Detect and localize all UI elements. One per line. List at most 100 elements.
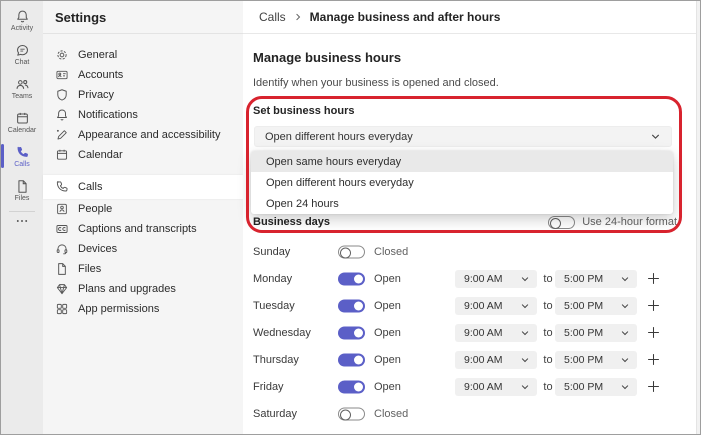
sidebar-item-privacy[interactable]: Privacy (43, 85, 243, 105)
sidebar-item-calls[interactable]: Calls (43, 175, 243, 199)
rail-item-teams[interactable]: Teams (1, 71, 43, 105)
start-time-dropdown[interactable]: 9:00 AM (455, 350, 537, 369)
24-hour-format-label: Use 24-hour format (582, 216, 677, 228)
sidebar-item-app-permissions[interactable]: App permissions (43, 299, 243, 319)
end-time-value: 5:00 PM (564, 353, 604, 366)
sidebar-item-label: Notifications (78, 109, 138, 121)
rail-item-chat[interactable]: Chat (1, 37, 43, 71)
24-hour-format-toggle[interactable] (548, 215, 576, 229)
to-separator-label: to (543, 272, 553, 285)
add-hours-button[interactable] (645, 298, 661, 314)
day-state-label: Open (374, 299, 401, 312)
day-open-toggle[interactable] (338, 407, 365, 420)
chevron-down-icon (520, 328, 530, 338)
rail-item-calls[interactable]: Calls (1, 139, 43, 173)
day-open-toggle[interactable] (338, 326, 365, 339)
day-open-toggle[interactable] (338, 245, 365, 258)
end-time-value: 5:00 PM (564, 380, 604, 393)
sidebar-item-label: Calls (78, 181, 103, 193)
end-time-dropdown[interactable]: 5:00 PM (555, 323, 637, 342)
sidebar-item-label: Devices (78, 243, 118, 255)
set-business-hours-label: Set business hours (253, 105, 355, 117)
phone-icon (55, 180, 69, 194)
day-name-label: Sunday (253, 245, 291, 258)
start-time-dropdown[interactable]: 9:00 AM (455, 296, 537, 315)
cc-icon (55, 222, 69, 236)
teams-settings-window: Activity Chat Teams Calendar Calls Files Sett… (0, 0, 701, 435)
teams-icon (15, 77, 30, 92)
sidebar-item-accounts[interactable]: Accounts (43, 65, 243, 85)
shield-icon (55, 88, 69, 102)
rail-item-calendar[interactable]: Calendar (1, 105, 43, 139)
breadcrumb-calls-link[interactable]: Calls (259, 10, 286, 24)
start-time-dropdown[interactable]: 9:00 AM (455, 377, 537, 396)
scrollbar-track[interactable] (696, 1, 700, 434)
page-title: Manage business hours (253, 50, 402, 65)
to-separator-label: to (543, 353, 553, 366)
end-time-dropdown[interactable]: 5:00 PM (555, 296, 637, 315)
add-hours-button[interactable] (645, 271, 661, 287)
file-icon (55, 262, 69, 276)
sidebar-item-devices[interactable]: Devices (43, 239, 243, 259)
add-hours-button[interactable] (645, 325, 661, 341)
sidebar-item-label: Privacy (78, 89, 115, 101)
id-card-icon (55, 68, 69, 82)
sidebar-item-label: Accounts (78, 69, 124, 81)
bell-icon (55, 108, 69, 122)
sidebar-item-label: General (78, 49, 118, 61)
chevron-down-icon (520, 301, 530, 311)
to-separator-label: to (543, 326, 553, 339)
sidebar-item-people[interactable]: People (43, 199, 243, 219)
sidebar-item-general[interactable]: General (43, 45, 243, 65)
dropdown-option-open-24-hours[interactable]: Open 24 hours (251, 193, 673, 214)
end-time-value: 5:00 PM (564, 299, 604, 312)
day-state-label: Closed (374, 407, 409, 420)
plus-icon (647, 380, 660, 393)
end-time-dropdown[interactable]: 5:00 PM (555, 377, 637, 396)
chevron-down-icon (520, 382, 530, 392)
day-open-toggle[interactable] (338, 380, 365, 393)
day-open-toggle[interactable] (338, 353, 365, 366)
business-day-row-wednesday: Wednesday Open 9:00 AM to 5:00 PM (253, 319, 683, 346)
bell-icon (15, 9, 30, 24)
day-state-label: Open (374, 380, 401, 393)
chevron-down-icon (520, 355, 530, 365)
business-day-row-monday: Monday Open 9:00 AM to 5:00 PM (253, 265, 683, 292)
day-state-label: Open (374, 353, 401, 366)
gem-icon (55, 282, 69, 296)
start-time-value: 9:00 AM (464, 326, 503, 339)
to-separator-label: to (543, 380, 553, 393)
business-days-label: Business days (253, 216, 331, 228)
add-hours-button[interactable] (645, 352, 661, 368)
rail-item-files[interactable]: Files (1, 173, 43, 207)
end-time-dropdown[interactable]: 5:00 PM (555, 350, 637, 369)
end-time-dropdown[interactable]: 5:00 PM (555, 269, 637, 288)
sidebar-item-appearance-and-accessibility[interactable]: Appearance and accessibility (43, 125, 243, 145)
day-state-label: Closed (374, 245, 409, 258)
dropdown-selected-value: Open different hours everyday (265, 130, 413, 143)
add-hours-button[interactable] (645, 379, 661, 395)
business-hours-dropdown[interactable]: Open different hours everyday (254, 126, 672, 147)
sidebar-item-plans-and-upgrades[interactable]: Plans and upgrades (43, 279, 243, 299)
start-time-dropdown[interactable]: 9:00 AM (455, 323, 537, 342)
dropdown-option-open-different-hours-everyday[interactable]: Open different hours everyday (251, 172, 673, 193)
day-open-toggle[interactable] (338, 299, 365, 312)
settings-title: Settings (55, 9, 107, 25)
business-day-row-thursday: Thursday Open 9:00 AM to 5:00 PM (253, 346, 683, 373)
dropdown-option-open-same-hours-everyday[interactable]: Open same hours everyday (251, 151, 673, 172)
day-name-label: Monday (253, 272, 293, 285)
rail-item-activity[interactable]: Activity (1, 3, 43, 37)
sidebar-header: Settings (43, 1, 243, 34)
end-time-value: 5:00 PM (564, 326, 604, 339)
sidebar-item-calendar[interactable]: Calendar (43, 145, 243, 165)
start-time-dropdown[interactable]: 9:00 AM (455, 269, 537, 288)
day-open-toggle[interactable] (338, 272, 365, 285)
business-day-row-sunday: Sunday Closed (253, 238, 683, 265)
sidebar-item-captions-and-transcripts[interactable]: Captions and transcripts (43, 219, 243, 239)
rail-item-label: Calendar (7, 126, 37, 134)
sidebar-item-notifications[interactable]: Notifications (43, 105, 243, 125)
day-name-label: Thursday (253, 353, 299, 366)
pen-icon (55, 128, 69, 142)
sidebar-item-files[interactable]: Files (43, 259, 243, 279)
more-apps-button[interactable] (1, 212, 43, 234)
